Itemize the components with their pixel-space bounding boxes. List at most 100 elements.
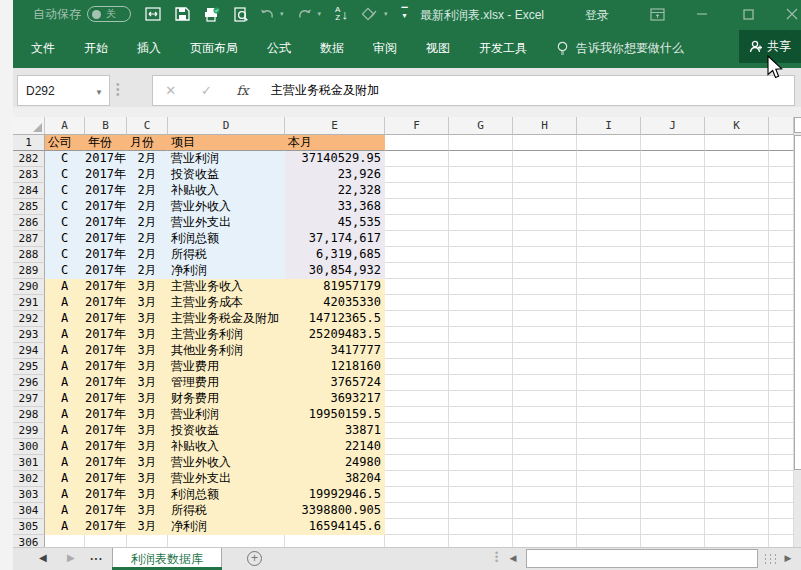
ribbon-tab-6[interactable]: 审阅: [373, 40, 397, 57]
column-header-D[interactable]: D: [168, 117, 285, 135]
row-header-298[interactable]: 298: [13, 407, 45, 423]
cell[interactable]: [769, 199, 794, 215]
cell[interactable]: [641, 391, 705, 407]
cell[interactable]: [769, 359, 794, 375]
cell[interactable]: C: [45, 215, 85, 231]
cell[interactable]: 净利润: [168, 263, 285, 279]
cell[interactable]: 2月: [127, 167, 168, 183]
cell[interactable]: [641, 167, 705, 183]
cell[interactable]: [385, 439, 449, 455]
cell[interactable]: C: [45, 263, 85, 279]
cell[interactable]: [641, 423, 705, 439]
cell[interactable]: 3月: [127, 311, 168, 327]
save-icon[interactable]: [175, 7, 190, 21]
cell[interactable]: 2017年: [85, 263, 127, 279]
cell[interactable]: [385, 199, 449, 215]
cell[interactable]: [577, 519, 641, 535]
cell[interactable]: [385, 263, 449, 279]
cell[interactable]: C: [45, 183, 85, 199]
cell[interactable]: [705, 519, 769, 535]
cell[interactable]: [769, 391, 794, 407]
cell[interactable]: A: [45, 439, 85, 455]
cell[interactable]: 24980: [285, 455, 385, 471]
cell[interactable]: 利润总额: [168, 487, 285, 503]
cell[interactable]: 30,854,932: [285, 263, 385, 279]
cell[interactable]: [769, 439, 794, 455]
ribbon-tab-2[interactable]: 插入: [137, 40, 161, 57]
cell[interactable]: [641, 279, 705, 295]
cell[interactable]: 2017年: [85, 311, 127, 327]
cell[interactable]: [449, 327, 513, 343]
cell[interactable]: [641, 183, 705, 199]
cell[interactable]: [641, 135, 705, 151]
vertical-scrollbar-thumb[interactable]: [794, 135, 801, 470]
cell[interactable]: [385, 375, 449, 391]
cell[interactable]: [513, 471, 577, 487]
cell[interactable]: [513, 247, 577, 263]
cell[interactable]: 3月: [127, 439, 168, 455]
cell[interactable]: [577, 359, 641, 375]
cell[interactable]: 主营业务利润: [168, 327, 285, 343]
cell[interactable]: [577, 471, 641, 487]
cell[interactable]: [513, 487, 577, 503]
new-sheet-button[interactable]: +: [247, 551, 262, 566]
cell[interactable]: [513, 311, 577, 327]
cell[interactable]: [769, 503, 794, 519]
cell[interactable]: [705, 199, 769, 215]
cell[interactable]: [577, 167, 641, 183]
cell[interactable]: [513, 391, 577, 407]
column-header-B[interactable]: B: [85, 117, 127, 135]
cell[interactable]: 财务费用: [168, 391, 285, 407]
cell[interactable]: 2017年: [85, 327, 127, 343]
cell[interactable]: 2月: [127, 231, 168, 247]
cell[interactable]: [769, 519, 794, 535]
insert-function-icon[interactable]: fx: [236, 83, 248, 98]
cell[interactable]: [577, 455, 641, 471]
cell[interactable]: 81957179: [285, 279, 385, 295]
cell[interactable]: 利润总额: [168, 231, 285, 247]
cell[interactable]: C: [45, 167, 85, 183]
cell[interactable]: 2017年: [85, 407, 127, 423]
cell[interactable]: A: [45, 311, 85, 327]
cell[interactable]: [385, 519, 449, 535]
cell[interactable]: [449, 455, 513, 471]
cell[interactable]: [385, 151, 449, 167]
cell[interactable]: 2017年: [85, 471, 127, 487]
row-header-299[interactable]: 299: [13, 423, 45, 439]
cell[interactable]: 投资收益: [168, 167, 285, 183]
cell[interactable]: [641, 407, 705, 423]
row-header-293[interactable]: 293: [13, 327, 45, 343]
cell[interactable]: 2017年: [85, 279, 127, 295]
cell[interactable]: 年份: [85, 135, 127, 151]
column-header-E[interactable]: E: [285, 117, 385, 135]
cell[interactable]: [577, 231, 641, 247]
cell[interactable]: [385, 311, 449, 327]
row-header-284[interactable]: 284: [13, 183, 45, 199]
cell[interactable]: 2月: [127, 199, 168, 215]
cell[interactable]: 所得税: [168, 247, 285, 263]
ribbon-tab-3[interactable]: 页面布局: [190, 40, 238, 57]
cell[interactable]: [705, 311, 769, 327]
cell[interactable]: [705, 279, 769, 295]
cell[interactable]: [449, 439, 513, 455]
cell[interactable]: 补贴收入: [168, 183, 285, 199]
cell[interactable]: [449, 311, 513, 327]
cell[interactable]: 管理费用: [168, 375, 285, 391]
cell[interactable]: [641, 311, 705, 327]
minimize-button[interactable]: [687, 0, 717, 28]
cell[interactable]: [449, 151, 513, 167]
cell[interactable]: [641, 471, 705, 487]
cell[interactable]: [513, 359, 577, 375]
cell[interactable]: [449, 519, 513, 535]
cell[interactable]: 3月: [127, 407, 168, 423]
cell[interactable]: [705, 343, 769, 359]
cell[interactable]: [385, 455, 449, 471]
ribbon-tab-4[interactable]: 公式: [267, 40, 291, 57]
cell[interactable]: [513, 295, 577, 311]
cell[interactable]: [449, 407, 513, 423]
row-header-294[interactable]: 294: [13, 343, 45, 359]
hscroll-left-icon[interactable]: ◀: [505, 549, 521, 568]
cell[interactable]: 3月: [127, 295, 168, 311]
column-header-K[interactable]: K: [705, 117, 769, 135]
column-header-F[interactable]: F: [385, 117, 449, 135]
